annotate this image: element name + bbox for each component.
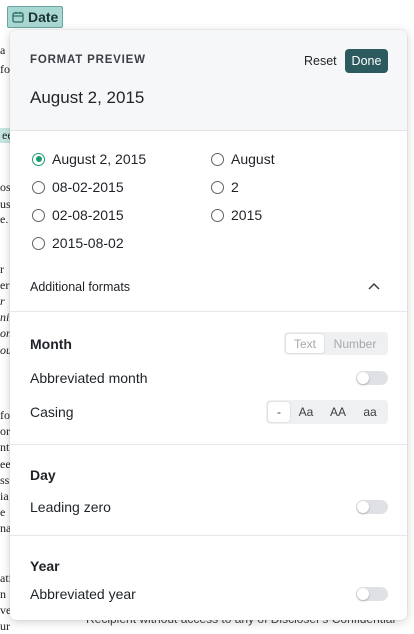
doc-fragment: nt [0, 440, 10, 454]
abbreviated-year-label: Abbreviated year [30, 586, 136, 602]
radio-icon [211, 180, 224, 194]
casing-title-option[interactable]: Aa [290, 402, 322, 422]
radio-icon [211, 208, 224, 222]
casing-upper-option[interactable]: AA [322, 402, 354, 422]
calendar-icon [12, 11, 24, 23]
format-option-label: 2015 [231, 207, 263, 223]
format-option-long[interactable]: August 2, 2015 [32, 151, 146, 167]
chevron-up-icon[interactable] [367, 279, 381, 293]
month-text-option[interactable]: Text [286, 334, 324, 353]
doc-fragment: e. [0, 212, 9, 226]
casing-lower-option[interactable]: aa [354, 402, 386, 422]
divider [10, 535, 407, 536]
doc-fragment: ia [0, 489, 9, 503]
leading-zero-switch[interactable] [356, 500, 388, 514]
day-section-title: Day [30, 467, 56, 483]
format-preview-value: August 2, 2015 [30, 88, 145, 107]
abbreviated-year-switch[interactable] [356, 587, 388, 601]
doc-fragment: fo [0, 408, 10, 422]
radio-selected-icon [32, 152, 45, 166]
format-preview-title: FORMAT PREVIEW [30, 54, 146, 66]
format-preview-header: FORMAT PREVIEW Reset Done August 2, 2015 [10, 30, 407, 131]
casing-label: Casing [30, 404, 74, 420]
format-option-label: 2015-08-02 [52, 235, 124, 251]
date-field-chip[interactable]: Date [7, 6, 64, 28]
format-option-label: August [231, 151, 275, 167]
format-option-iso[interactable]: 2015-08-02 [32, 235, 124, 251]
month-display-toggle[interactable]: Text Number [284, 332, 388, 355]
doc-fragment: ni [0, 310, 10, 324]
doc-fragment: e [0, 505, 6, 519]
doc-fragment: r [0, 262, 4, 276]
divider [10, 311, 407, 312]
format-option-mm-dd-yyyy[interactable]: 08-02-2015 [32, 179, 124, 195]
format-option-label: 2 [231, 179, 239, 195]
date-chip-label: Date [28, 9, 59, 25]
format-option-label: 02-08-2015 [52, 207, 124, 223]
year-section-title: Year [30, 558, 60, 574]
doc-fragment: r [0, 294, 5, 308]
doc-fragment: ss [0, 473, 10, 487]
month-number-option[interactable]: Number [324, 334, 386, 353]
abbreviated-month-switch[interactable] [356, 371, 388, 385]
divider [10, 444, 407, 445]
abbreviated-month-label: Abbreviated month [30, 370, 148, 386]
format-option-day[interactable]: 2 [211, 179, 239, 195]
casing-none-option[interactable]: - [268, 402, 290, 422]
format-option-year[interactable]: 2015 [211, 207, 262, 223]
doc-fragment: or [0, 424, 10, 438]
doc-fragment: a [0, 43, 6, 57]
casing-selector[interactable]: - Aa AA aa [266, 400, 388, 424]
doc-fragment: n [0, 587, 6, 601]
reset-button[interactable]: Reset [300, 50, 341, 72]
doc-fragment: fo [0, 62, 10, 76]
done-button[interactable]: Done [345, 49, 388, 73]
doc-fragment: ur [0, 619, 10, 633]
format-option-month[interactable]: August [211, 151, 275, 167]
format-option-label: 08-02-2015 [52, 179, 124, 195]
radio-icon [32, 180, 45, 194]
doc-fragment: er [0, 278, 10, 292]
radio-icon [32, 208, 45, 222]
leading-zero-label: Leading zero [30, 499, 111, 515]
radio-icon [32, 236, 45, 250]
additional-formats-toggle[interactable]: Additional formats [30, 280, 130, 294]
format-option-dd-mm-yyyy[interactable]: 02-08-2015 [32, 207, 124, 223]
format-option-label: August 2, 2015 [52, 151, 147, 167]
radio-icon [211, 152, 224, 166]
date-format-popover: FORMAT PREVIEW Reset Done August 2, 2015… [10, 30, 407, 620]
month-section-title: Month [30, 336, 72, 352]
